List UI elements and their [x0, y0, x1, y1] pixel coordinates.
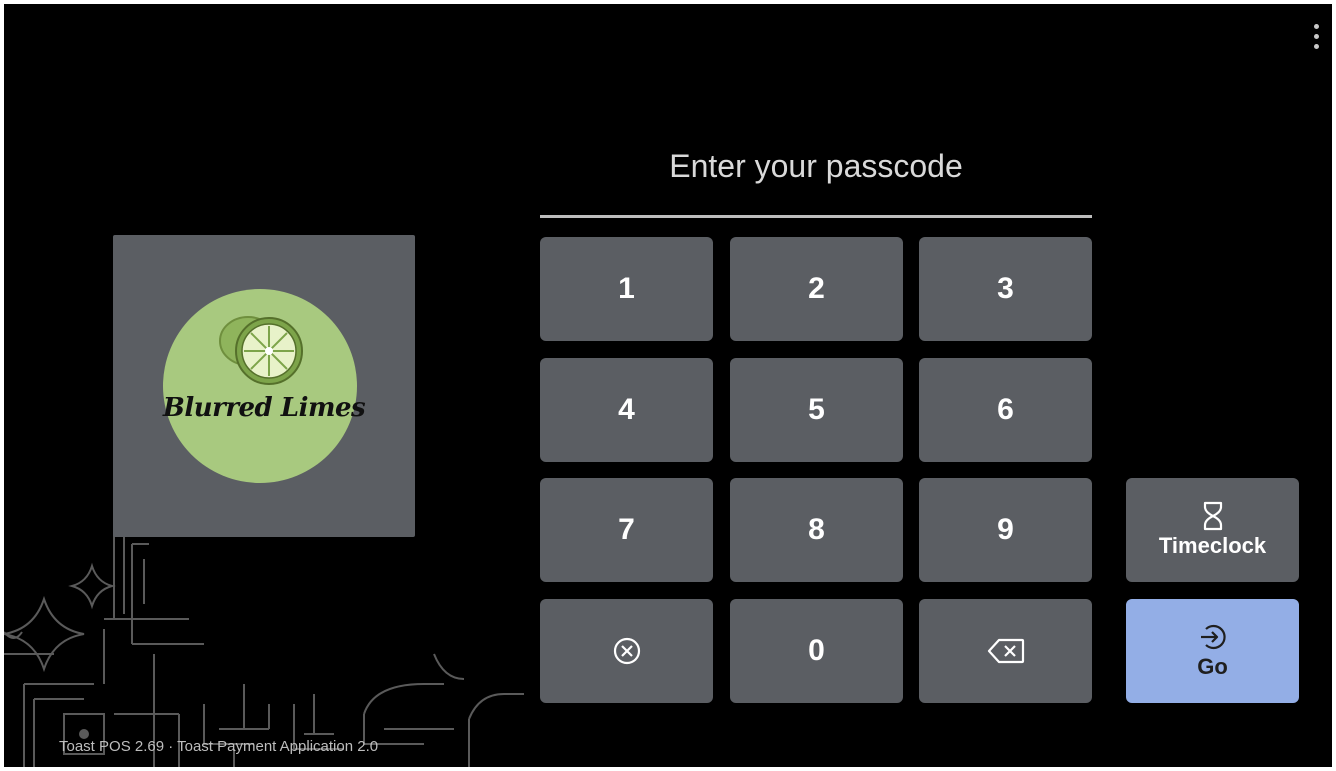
decorative-line-art — [4, 524, 524, 767]
circle-x-icon — [613, 637, 640, 665]
key-5[interactable]: 5 — [730, 358, 903, 462]
key-8[interactable]: 8 — [730, 478, 903, 582]
key-3[interactable]: 3 — [919, 237, 1092, 341]
hourglass-icon — [1203, 501, 1222, 531]
menu-dot — [1313, 43, 1319, 49]
go-button[interactable]: Go — [1126, 599, 1299, 703]
screen: Blurred Limes Enter your passcode 1 2 3 … — [0, 0, 1336, 771]
key-0[interactable]: 0 — [730, 599, 903, 703]
backspace-icon — [987, 638, 1024, 664]
key-2[interactable]: 2 — [730, 237, 903, 341]
clear-button[interactable] — [540, 599, 713, 703]
restaurant-logo-card: Blurred Limes — [113, 235, 415, 537]
key-1[interactable]: 1 — [540, 237, 713, 341]
more-vertical-icon — [1313, 23, 1319, 29]
key-7[interactable]: 7 — [540, 478, 713, 582]
login-arrow-icon — [1200, 624, 1226, 650]
menu-dot — [1313, 33, 1319, 39]
lime-logo-icon — [163, 289, 357, 483]
version-info: Toast POS 2.69 · Toast Payment Applicati… — [59, 738, 379, 755]
more-options-button[interactable] — [1304, 18, 1328, 54]
backspace-button[interactable] — [919, 599, 1092, 703]
go-label: Go — [1197, 654, 1228, 679]
timeclock-button[interactable]: Timeclock — [1126, 478, 1299, 582]
login-display: Blurred Limes Enter your passcode 1 2 3 … — [4, 4, 1332, 767]
timeclock-label: Timeclock — [1158, 533, 1267, 558]
key-4[interactable]: 4 — [540, 358, 713, 462]
logo-wordmark: Blurred Limes — [162, 393, 366, 423]
passcode-prompt: Enter your passcode — [669, 148, 963, 184]
key-9[interactable]: 9 — [919, 478, 1092, 582]
key-6[interactable]: 6 — [919, 358, 1092, 462]
passcode-input[interactable] — [540, 215, 1092, 218]
